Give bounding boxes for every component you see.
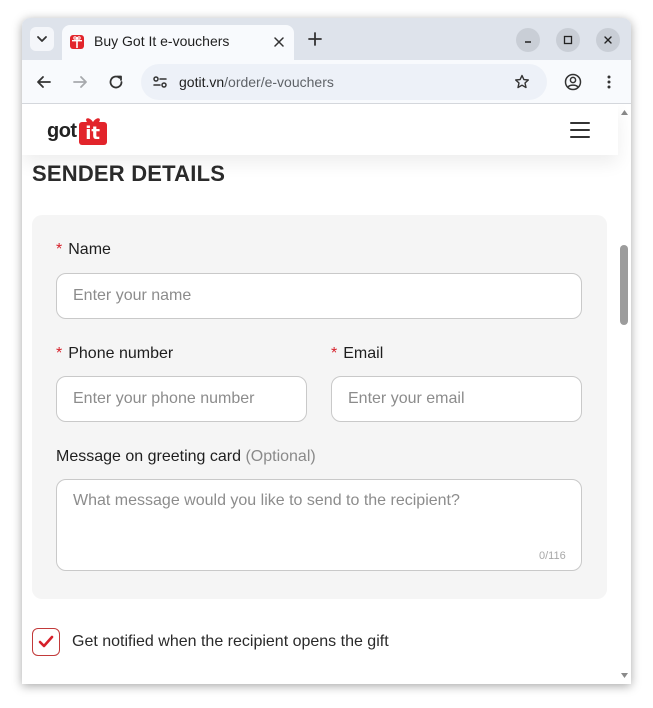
tab-title: Buy Got It e-vouchers (94, 33, 230, 49)
required-mark: * (56, 241, 63, 258)
page-scrollbar[interactable] (618, 105, 631, 684)
browser-toolbar: gotit.vn/order/e-vouchers (22, 60, 631, 104)
reload-icon (109, 75, 123, 89)
logo-text: got (47, 119, 77, 142)
back-arrow-icon (37, 76, 51, 88)
page-viewport: got it SENDER DETAILS * Name * Phone numbe… (22, 105, 631, 684)
tab-close-button[interactable] (270, 33, 288, 51)
email-input[interactable] (331, 376, 582, 422)
logo-badge-text: it (85, 123, 100, 144)
gift-logo-icon: it (78, 116, 108, 146)
profile-button[interactable] (561, 70, 585, 94)
tab-search-button[interactable] (30, 27, 54, 51)
phone-input[interactable] (56, 376, 307, 422)
plus-icon (308, 32, 322, 46)
phone-label-text: Phone number (68, 345, 174, 362)
notify-label: Get notified when the recipient opens th… (72, 633, 389, 650)
message-label-text: Message on greeting card (56, 448, 241, 465)
name-label-text: Name (68, 241, 111, 258)
site-info-button[interactable] (150, 72, 170, 92)
sender-details-card: * Name * Phone number * Email Message on gr… (32, 215, 607, 599)
active-tab[interactable]: Buy Got It e-vouchers (62, 25, 294, 60)
scroll-thumb[interactable] (620, 245, 628, 325)
scroll-down-arrow-icon[interactable] (620, 671, 629, 680)
section-title: SENDER DETAILS (32, 161, 226, 186)
forward-button[interactable] (68, 70, 92, 94)
site-info-icon (153, 76, 167, 88)
phone-label: * Phone number (56, 345, 173, 363)
email-label: * Email (331, 345, 383, 363)
star-icon (515, 74, 529, 89)
notify-checkbox[interactable] (32, 628, 60, 656)
tab-strip: Buy Got It e-vouchers (22, 18, 631, 60)
kebab-menu-icon (607, 75, 611, 89)
greeting-message-textarea[interactable] (56, 479, 582, 571)
required-mark: * (56, 345, 63, 362)
gift-favicon-icon (70, 35, 84, 49)
required-mark: * (331, 345, 338, 362)
name-label: * Name (56, 241, 111, 259)
email-label-text: Email (343, 345, 384, 362)
back-button[interactable] (32, 70, 56, 94)
browser-window: Buy Got It e-vouchers gotit.vn/order/e-v… (22, 18, 631, 684)
character-counter: 0/116 (539, 550, 566, 562)
gotit-logo[interactable]: got it (47, 115, 108, 147)
bookmark-button[interactable] (512, 72, 532, 92)
browser-menu-button[interactable] (597, 70, 621, 94)
maximize-button[interactable] (556, 28, 580, 52)
address-bar[interactable]: gotit.vn/order/e-vouchers (141, 64, 547, 100)
url-text: gotit.vn/order/e-vouchers (179, 74, 334, 90)
minimize-button[interactable] (516, 28, 540, 52)
optional-tag: (Optional) (245, 448, 316, 465)
url-host: gotit.vn (179, 74, 225, 90)
checkmark-icon (38, 635, 54, 648)
chevron-down-icon (37, 36, 47, 42)
hamburger-menu-icon[interactable] (570, 122, 590, 138)
close-window-icon (604, 36, 612, 44)
url-path: /order/e-vouchers (224, 74, 334, 90)
profile-icon (564, 73, 582, 91)
message-label: Message on greeting card (Optional) (56, 448, 316, 466)
new-tab-button[interactable] (304, 28, 326, 50)
scroll-up-arrow-icon[interactable] (620, 108, 629, 117)
minimize-icon (525, 41, 531, 43)
reload-button[interactable] (104, 70, 128, 94)
close-window-button[interactable] (596, 28, 620, 52)
name-input[interactable] (56, 273, 582, 319)
close-icon (274, 37, 284, 47)
maximize-icon (563, 35, 573, 45)
forward-arrow-icon (73, 76, 87, 88)
site-header: got it (22, 105, 618, 155)
